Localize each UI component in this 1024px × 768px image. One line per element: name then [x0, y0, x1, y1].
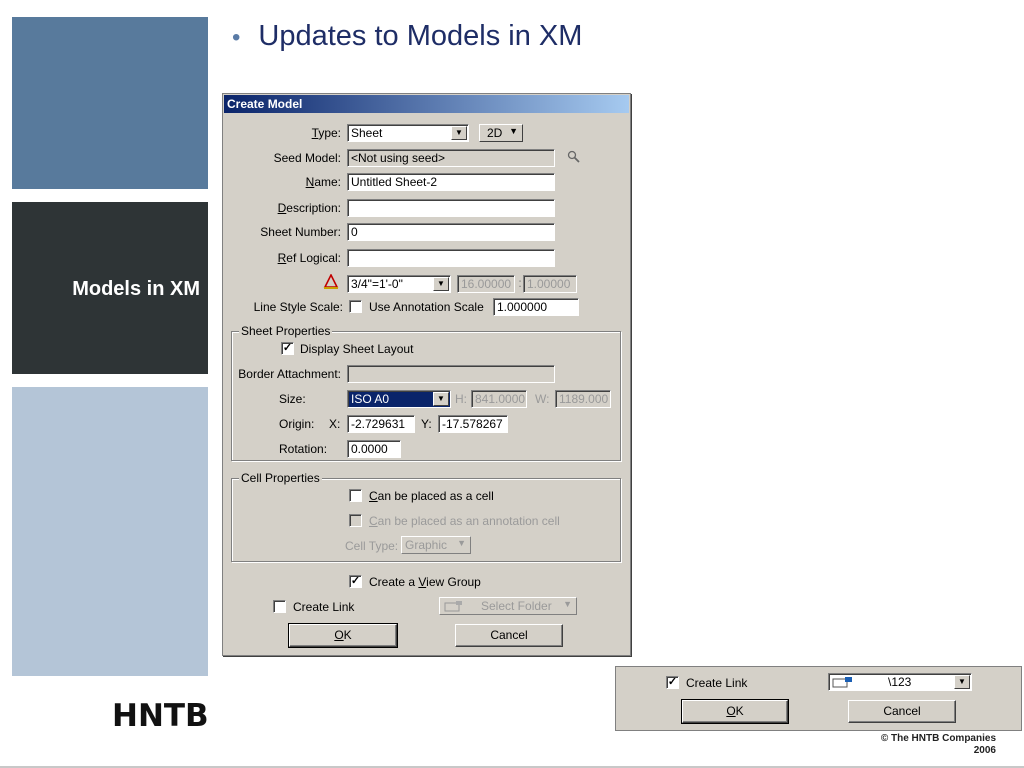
side-title: Models in XM: [72, 278, 200, 300]
bullet-icon: •: [232, 24, 241, 51]
slide-title-text: Updates to Models in XM: [258, 20, 583, 52]
create-view-group-label: Create a View Group: [369, 575, 481, 589]
seed-model-label: Seed Model:: [273, 151, 341, 165]
name-label: Name:: [305, 175, 341, 189]
folder-link-icon: [832, 676, 854, 690]
annotation-scale-icon: [323, 273, 339, 292]
inset-ok-button[interactable]: OK: [681, 699, 789, 724]
display-sheet-layout-checkbox[interactable]: ✓: [281, 342, 294, 355]
description-label: Description:: [277, 201, 341, 215]
width-field: 1189.000: [555, 390, 611, 408]
side-block-bottom: [12, 387, 208, 676]
ref-logical-field[interactable]: [347, 249, 555, 267]
annotation-scale-value: 3/4"=1'-0": [351, 277, 403, 291]
dimension-select[interactable]: 2D ▼: [479, 124, 523, 142]
description-field[interactable]: [347, 199, 555, 217]
chevron-down-icon: ▼: [563, 599, 572, 609]
copyright-line2: 2006: [973, 745, 996, 756]
rotation-label: Rotation:: [279, 442, 328, 456]
placed-as-cell-checkbox[interactable]: [349, 489, 362, 502]
select-folder-select: Select Folder ▼: [439, 597, 577, 615]
use-annotation-scale-label: Use Annotation Scale: [369, 300, 484, 314]
dimension-value: 2D: [487, 126, 503, 140]
dialog-titlebar[interactable]: Create Model: [224, 95, 629, 113]
chevron-down-icon: ▼: [433, 392, 449, 406]
type-value: Sheet: [351, 126, 383, 140]
ok-button[interactable]: OK: [288, 623, 398, 648]
rotation-field[interactable]: 0.0000: [347, 440, 401, 458]
placed-as-annotation-cell-label: Can be placed as an annotation cell: [369, 514, 560, 528]
chevron-down-icon: ▼: [457, 538, 466, 548]
sheet-number-label: Sheet Number:: [260, 225, 341, 239]
origin-label: Origin:: [279, 417, 315, 431]
cancel-button[interactable]: Cancel: [455, 624, 563, 647]
hntb-logo: HNTB: [112, 698, 209, 734]
scale-denominator-field: 1.00000: [523, 275, 577, 293]
use-annotation-scale-checkbox[interactable]: [349, 300, 362, 313]
annotation-scale-select[interactable]: 3/4"=1'-0" ▼: [347, 275, 451, 293]
seed-model-field[interactable]: <Not using seed>: [347, 149, 555, 167]
folder-link-icon: [444, 600, 464, 614]
cell-type-select: Graphic ▼: [401, 536, 471, 554]
create-link-label: Create Link: [293, 600, 355, 614]
inset-cancel-button[interactable]: Cancel: [848, 700, 956, 723]
create-link-inset: ✓ Create Link \123 ▼ OK Cancel: [615, 666, 1022, 731]
origin-x-field[interactable]: -2.729631: [347, 415, 415, 433]
create-view-group-checkbox[interactable]: ✓: [349, 575, 362, 588]
cell-properties-title: Cell Properties: [239, 471, 322, 485]
inset-create-link-label: Create Link: [686, 676, 748, 690]
placed-as-cell-label: Can be placed as a cell: [369, 489, 494, 503]
type-select[interactable]: Sheet ▼: [347, 124, 469, 142]
chevron-down-icon: ▼: [451, 126, 467, 140]
height-field: 841.0000: [471, 390, 527, 408]
type-label: Type:: [311, 126, 341, 140]
origin-y-label: Y:: [421, 417, 432, 431]
search-icon[interactable]: [567, 150, 581, 167]
sheet-properties-title: Sheet Properties: [239, 324, 333, 338]
cell-type-value: Graphic: [405, 538, 448, 552]
create-model-dialog: Create Model Type: Sheet ▼ 2D ▼ Seed Mod…: [222, 93, 631, 656]
sheet-size-value: ISO A0: [351, 392, 390, 406]
size-label: Size:: [279, 392, 306, 406]
origin-x-label: X:: [329, 417, 341, 431]
ref-logical-label: Ref Logical:: [277, 251, 341, 265]
inset-folder-value: \123: [888, 675, 912, 689]
width-label: W:: [535, 392, 550, 406]
line-style-scale-field[interactable]: 1.000000: [493, 298, 579, 316]
chevron-down-icon: ▼: [954, 675, 970, 689]
line-style-scale-label: Line Style Scale:: [253, 300, 343, 314]
origin-y-field[interactable]: -17.578267: [438, 415, 508, 433]
sheet-size-select[interactable]: ISO A0 ▼: [347, 390, 451, 408]
border-attachment-field[interactable]: [347, 365, 555, 383]
slide-title: • Updates to Models in XM: [232, 20, 582, 53]
create-link-checkbox[interactable]: [273, 600, 286, 613]
cell-type-label: Cell Type:: [345, 539, 399, 553]
chevron-down-icon: ▼: [433, 277, 449, 291]
inset-create-link-checkbox[interactable]: ✓: [666, 676, 679, 689]
copyright-line1: © The HNTB Companies: [880, 733, 996, 744]
copyright: © The HNTB Companies 2006: [881, 733, 996, 757]
side-block-top: [12, 17, 208, 189]
scale-numerator-field: 16.00000: [457, 275, 515, 293]
sheet-number-field[interactable]: 0: [347, 223, 555, 241]
placed-as-annotation-cell-checkbox: [349, 514, 362, 527]
display-sheet-layout-label: Display Sheet Layout: [300, 342, 414, 356]
chevron-down-icon: ▼: [509, 126, 518, 136]
name-field[interactable]: Untitled Sheet-2: [347, 173, 555, 191]
border-attachment-label: Border Attachment:: [238, 367, 341, 381]
select-folder-value: Select Folder: [481, 599, 552, 613]
inset-folder-select[interactable]: \123 ▼: [828, 673, 972, 691]
height-label: H:: [455, 392, 467, 406]
